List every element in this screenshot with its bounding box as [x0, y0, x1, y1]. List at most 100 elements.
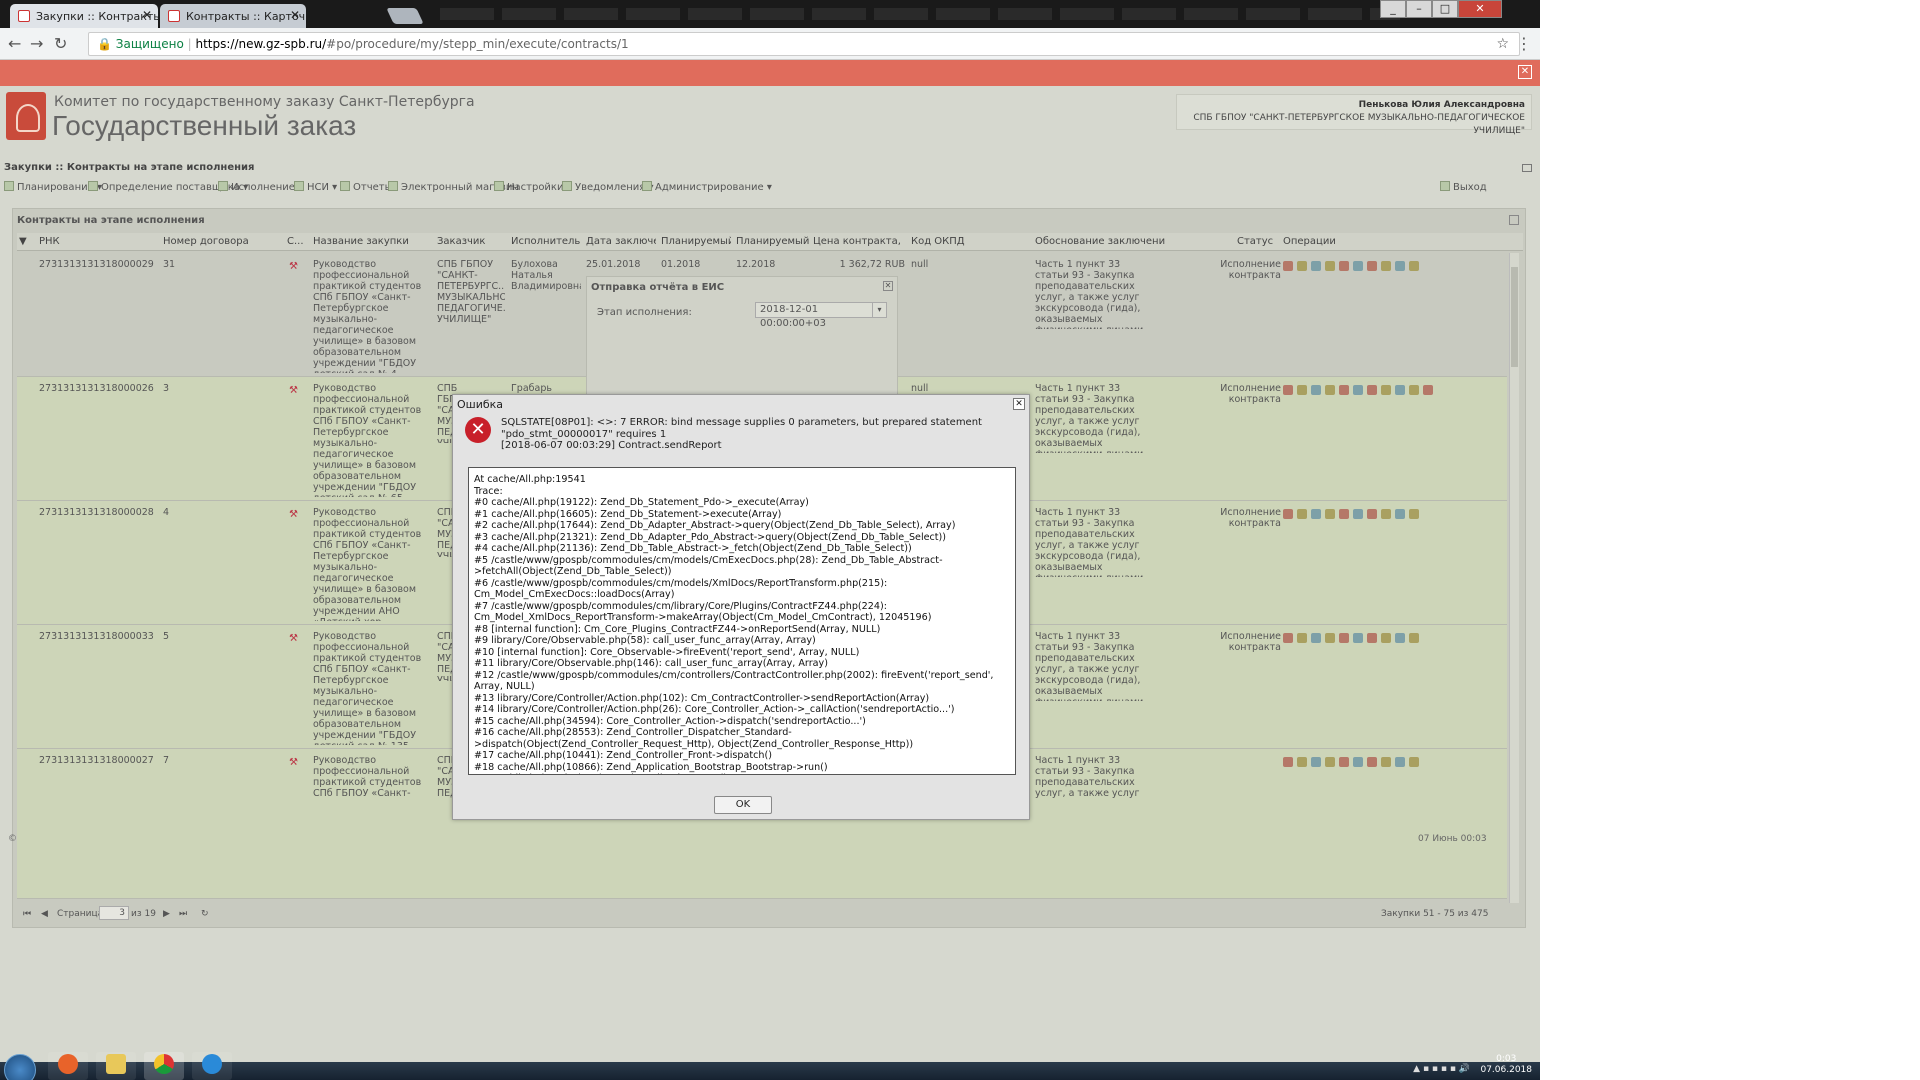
exit-button[interactable]: Выход: [1440, 181, 1487, 193]
status-bar: © 07 Июнь 00:03: [8, 834, 1487, 844]
menu-notifications[interactable]: Уведомления ▾: [562, 181, 654, 193]
column-header[interactable]: Заказчик: [437, 236, 507, 247]
ok-button[interactable]: OK: [714, 796, 772, 814]
clock[interactable]: 0:03 07.06.2018: [1480, 1054, 1532, 1076]
coat-of-arms-logo: [6, 92, 46, 140]
maximize-button[interactable]: □: [1432, 0, 1458, 18]
user-info: Пенькова Юлия Александровна СПБ ГБПОУ "С…: [1176, 94, 1532, 136]
chrome-icon: [154, 1054, 174, 1074]
row-operations[interactable]: [1283, 385, 1443, 397]
start-button[interactable]: [4, 1054, 36, 1080]
gear-icon: [88, 181, 98, 191]
close-icon[interactable]: ✕: [290, 8, 300, 22]
menu-settings[interactable]: Настройки ▾: [494, 181, 572, 193]
hammer-icon: ⚒: [289, 509, 298, 520]
bell-icon: [562, 181, 572, 191]
user-icon: [642, 181, 652, 191]
last-page-icon[interactable]: ⏭: [179, 909, 187, 919]
pager-summary: Закупки 51 - 75 из 475: [1381, 909, 1489, 919]
column-header[interactable]: Планируемый ...: [736, 236, 810, 247]
hammer-icon: ⚒: [289, 261, 298, 272]
column-header[interactable]: Название закупки: [313, 236, 433, 247]
first-page-icon[interactable]: ⏮: [23, 909, 31, 919]
chevron-down-icon[interactable]: ▾: [872, 303, 886, 317]
taskbar-firefox[interactable]: [48, 1052, 88, 1080]
column-header[interactable]: Дата заключен...: [586, 236, 656, 247]
column-header[interactable]: Статус: [1237, 236, 1281, 247]
close-icon[interactable]: ✕: [1013, 398, 1025, 410]
scrollbar-thumb[interactable]: [1511, 267, 1518, 367]
hammer-icon: ⚒: [289, 385, 298, 396]
browser-menu-icon[interactable]: ⋮: [1516, 34, 1532, 53]
firefox-icon: [58, 1054, 78, 1074]
column-header[interactable]: С...: [287, 236, 307, 247]
bookmark-star-icon[interactable]: ☆: [1496, 33, 1509, 55]
close-window-button[interactable]: ✕: [1458, 0, 1502, 18]
browser-tab-strip: Закупки :: Контракты на ✕ Контракты :: К…: [0, 0, 1540, 28]
tab-contract-card[interactable]: Контракты :: Карточка к ✕: [160, 4, 306, 28]
app-title: Государственный заказ: [52, 110, 357, 141]
stage-select[interactable]: 2018-12-01 00:00:00+03 ▾: [755, 302, 887, 329]
taskbar-chrome[interactable]: [144, 1052, 184, 1080]
grid-scrollbar[interactable]: [1509, 253, 1519, 903]
row-operations[interactable]: [1283, 261, 1443, 273]
menu-nsi[interactable]: НСИ ▾: [294, 181, 337, 193]
minimize-window-button[interactable]: –: [1406, 0, 1432, 18]
tab-contracts[interactable]: Закупки :: Контракты на ✕: [10, 4, 158, 28]
report-icon: [340, 181, 350, 191]
next-page-icon[interactable]: ▶: [163, 909, 170, 919]
minimize-button[interactable]: _: [1380, 0, 1406, 18]
column-header[interactable]: Исполнитель: [511, 236, 581, 247]
taskbar-ie[interactable]: [192, 1052, 232, 1080]
desktop: Закупки :: Контракты на ✕ Контракты :: К…: [0, 0, 1540, 1080]
row-operations[interactable]: [1283, 757, 1443, 769]
reload-icon[interactable]: ↻: [54, 34, 67, 53]
new-tab-button[interactable]: [386, 8, 424, 24]
dialog-title: Ошибка: [457, 398, 504, 411]
back-icon[interactable]: ←: [8, 34, 21, 53]
stage-label: Этап исполнения:: [597, 307, 692, 318]
column-header[interactable]: Цена контракта, р...: [813, 236, 905, 247]
row-operations[interactable]: [1283, 633, 1443, 645]
column-header[interactable]: Операции: [1283, 236, 1353, 247]
hammer-icon: ⚒: [289, 757, 298, 768]
filter-icon[interactable]: ▼: [19, 236, 33, 247]
prev-page-icon[interactable]: ◀: [41, 909, 48, 919]
refresh-icon[interactable]: ↻: [201, 909, 209, 919]
panel-collapse-icon[interactable]: [1509, 215, 1519, 225]
execution-icon: [218, 181, 228, 191]
row-operations[interactable]: [1283, 509, 1443, 521]
system-tray[interactable]: ▲ ▪ ▪ ▪ ▪ 🔊: [1413, 1064, 1470, 1074]
url-field[interactable]: 🔒 Защищено | https://new.gz-spb.ru/#po/p…: [88, 32, 1520, 56]
error-icon: ✕: [465, 417, 491, 443]
close-icon[interactable]: ✕: [1518, 65, 1532, 79]
exit-icon: [1440, 181, 1450, 191]
page-count: из 19: [131, 909, 156, 919]
secure-label: Защищено: [115, 37, 184, 51]
org-name: Комитет по государственному заказу Санкт…: [54, 94, 475, 110]
close-icon[interactable]: ✕: [883, 281, 893, 291]
user-org: СПБ ГБПОУ "САНКТ-ПЕТЕРБУРГСКОЕ МУЗЫКАЛЬН…: [1193, 113, 1525, 136]
taskbar-explorer[interactable]: [96, 1052, 136, 1080]
column-header[interactable]: РНК: [39, 236, 159, 247]
favicon-icon: [18, 10, 30, 22]
collapse-icon[interactable]: [1522, 164, 1532, 172]
stack-trace[interactable]: At cache/All.php:19541 Trace: #0 cache/A…: [468, 467, 1016, 775]
column-header[interactable]: Номер договора: [163, 236, 283, 247]
column-header[interactable]: Код ОКПД: [911, 236, 1031, 247]
menu-admin[interactable]: Администрирование ▾: [642, 181, 772, 193]
address-bar-row: ← → ↻ 🔒 Защищено | https://new.gz-spb.ru…: [0, 28, 1540, 60]
menu-execution[interactable]: Исполнение ▾: [218, 181, 303, 193]
breadcrumb: Закупки :: Контракты на этапе исполнения: [4, 162, 255, 173]
close-icon[interactable]: ✕: [142, 8, 152, 22]
lock-icon: 🔒: [97, 37, 112, 51]
background-windows: [440, 8, 1400, 20]
windows-taskbar: ▲ ▪ ▪ ▪ ▪ 🔊 0:03 07.06.2018: [0, 1052, 1540, 1080]
page-input[interactable]: 3: [99, 906, 129, 920]
column-header[interactable]: Планируемый ...: [661, 236, 731, 247]
column-header[interactable]: Обоснование заключения: [1035, 236, 1165, 247]
book-icon: [294, 181, 304, 191]
menu-reports[interactable]: Отчеты: [340, 181, 392, 193]
error-message: SQLSTATE[08P01]: <>: 7 ERROR: bind messa…: [501, 417, 982, 451]
forward-icon[interactable]: →: [30, 34, 43, 53]
